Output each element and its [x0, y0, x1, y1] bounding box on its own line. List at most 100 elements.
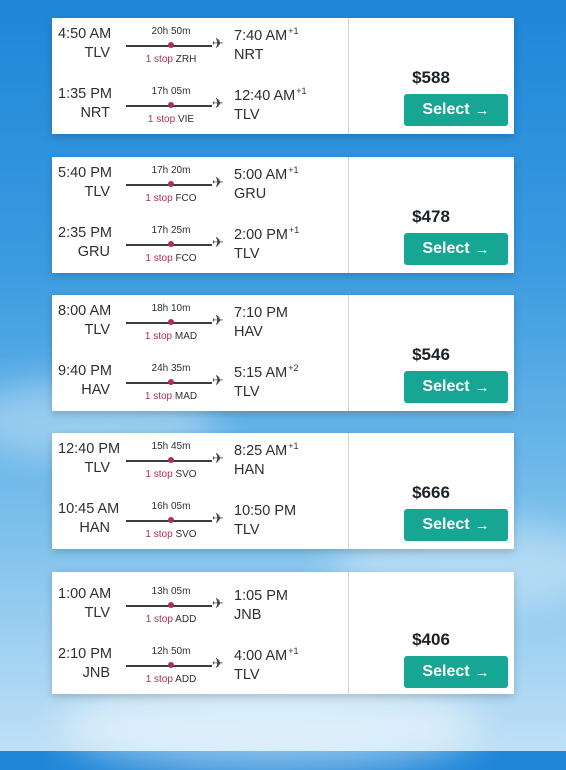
- arrival-time-wrap: 12:40 AM+1: [234, 86, 307, 104]
- layover-airport: ADD: [175, 614, 197, 625]
- stop-dot-icon: [168, 181, 174, 187]
- route-line: 24h 35m ✈ 1 stop MAD: [124, 361, 226, 411]
- stops-count: 1 stop: [144, 331, 173, 342]
- select-button[interactable]: Select →: [404, 94, 508, 126]
- select-button[interactable]: Select →: [404, 371, 508, 403]
- departure: 2:35 PM GRU: [58, 225, 112, 260]
- select-button[interactable]: Select →: [404, 233, 508, 265]
- stop-dot-icon: [168, 602, 174, 608]
- select-button[interactable]: Select →: [404, 656, 508, 688]
- day-offset: +2: [288, 363, 299, 373]
- departure-airport: HAV: [81, 382, 110, 398]
- stops-info: 1 stop VIE: [124, 114, 218, 125]
- departure: 8:00 AM TLV: [58, 303, 112, 338]
- arrow-right-icon: →: [474, 101, 490, 119]
- stops-info: 1 stop FCO: [124, 193, 218, 204]
- price: $666: [412, 483, 450, 502]
- return-leg: 2:10 PM JNB 12h 50m ✈ 1 stop ADD 4:00 AM+1 TLV: [52, 644, 348, 694]
- layover-airport: FCO: [175, 193, 197, 204]
- stop-dot-icon: [168, 102, 174, 108]
- flight-duration: 17h 25m: [151, 225, 191, 236]
- stops-count: 1 stop: [145, 529, 173, 540]
- departure-time: 8:00 AM: [58, 303, 112, 319]
- route-line: 17h 05m ✈ 1 stop VIE: [124, 84, 226, 134]
- layover-airport: FCO: [175, 253, 197, 264]
- departure-airport: TLV: [84, 184, 110, 200]
- arrival-time: 1:05 PM: [234, 587, 288, 604]
- flight-duration: 17h 20m: [151, 165, 191, 176]
- stops-count: 1 stop: [145, 674, 173, 685]
- select-label: Select: [422, 663, 470, 680]
- layover-airport: MAD: [174, 391, 198, 402]
- departure-airport: TLV: [84, 460, 110, 476]
- return-leg: 1:35 PM NRT 17h 05m ✈ 1 stop VIE 12:40 AM+1 TL…: [52, 84, 348, 134]
- arrival-time: 7:10 PM: [234, 304, 288, 321]
- departure: 1:35 PM NRT: [58, 86, 112, 121]
- arrival: 4:00 AM+1 TLV: [234, 646, 298, 683]
- select-button[interactable]: Select →: [404, 509, 508, 541]
- plane-icon: ✈: [212, 655, 224, 671]
- day-offset: +1: [289, 225, 300, 235]
- arrival: 7:40 AM+1 NRT: [234, 26, 298, 63]
- arrow-right-icon: →: [474, 378, 490, 396]
- arrow-right-icon: →: [474, 516, 490, 534]
- arrival-time-wrap: 2:00 PM+1: [234, 225, 299, 243]
- stops-count: 1 stop: [145, 469, 173, 480]
- arrival: 5:15 AM+2 TLV: [234, 363, 298, 400]
- price: $546: [412, 345, 450, 364]
- stops-info: 1 stop ADD: [124, 614, 218, 625]
- departure-airport: HAN: [79, 520, 110, 536]
- plane-icon: ✈: [212, 450, 224, 466]
- day-offset: +1: [296, 86, 307, 96]
- select-label: Select: [422, 378, 470, 395]
- flight-duration: 18h 10m: [151, 303, 191, 314]
- arrow-right-icon: →: [474, 240, 490, 258]
- arrival-time: 7:40 AM: [234, 27, 288, 44]
- flight-duration: 20h 50m: [151, 26, 191, 37]
- plane-icon: ✈: [212, 174, 224, 190]
- flight-duration: 24h 35m: [151, 363, 191, 374]
- departure-time: 10:45 AM: [58, 501, 120, 517]
- departure-airport: TLV: [84, 605, 110, 621]
- day-offset: +1: [288, 165, 299, 175]
- flight-result-card: 4:50 AM TLV 20h 50m ✈ 1 stop ZRH 7:40 AM+1 NRT…: [52, 18, 514, 134]
- route-line: 17h 25m ✈ 1 stop FCO: [124, 223, 226, 273]
- arrival-time: 4:00 AM: [234, 647, 288, 664]
- stops-info: 1 stop SVO: [124, 469, 218, 480]
- plane-icon: ✈: [212, 595, 224, 611]
- arrival-time: 12:40 AM: [234, 87, 296, 104]
- arrival-airport: HAV: [234, 323, 263, 340]
- departure-airport: GRU: [77, 244, 110, 260]
- departure-time: 4:50 AM: [58, 26, 112, 42]
- flight-duration: 12h 50m: [151, 646, 191, 657]
- stops-count: 1 stop: [144, 391, 173, 402]
- arrival-airport: TLV: [234, 106, 260, 123]
- flight-result-card: 1:00 AM TLV 13h 05m ✈ 1 stop ADD 1:05 PM JNB 2:…: [52, 572, 514, 694]
- stops-info: 1 stop FCO: [124, 253, 218, 264]
- arrival: 5:00 AM+1 GRU: [234, 165, 298, 202]
- arrival-time-wrap: 8:25 AM+1: [234, 441, 298, 459]
- stops-count: 1 stop: [147, 114, 176, 125]
- departure: 2:10 PM JNB: [58, 646, 112, 681]
- arrival-airport: JNB: [234, 606, 262, 623]
- departure-time: 1:35 PM: [58, 86, 112, 102]
- departure-airport: TLV: [84, 45, 110, 61]
- arrival-airport: TLV: [234, 245, 260, 262]
- arrival: 12:40 AM+1 TLV: [234, 86, 307, 123]
- price: $588: [412, 68, 450, 87]
- arrival-airport: HAN: [234, 461, 265, 478]
- stops-info: 1 stop MAD: [124, 331, 218, 342]
- stop-dot-icon: [168, 379, 174, 385]
- departure-time: 12:40 PM: [58, 441, 121, 457]
- stop-dot-icon: [168, 241, 174, 247]
- departure-airport: NRT: [80, 105, 110, 121]
- stops-count: 1 stop: [145, 253, 173, 264]
- arrival: 2:00 PM+1 TLV: [234, 225, 299, 262]
- arrival-time: 10:50 PM: [234, 502, 297, 519]
- price: $406: [412, 630, 450, 649]
- stops-info: 1 stop ZRH: [124, 54, 218, 65]
- layover-airport: VIE: [177, 114, 195, 125]
- route-line: 13h 05m ✈ 1 stop ADD: [124, 584, 226, 634]
- arrival-time: 5:15 AM: [234, 364, 288, 381]
- arrival-time-wrap: 7:40 AM+1: [234, 26, 298, 44]
